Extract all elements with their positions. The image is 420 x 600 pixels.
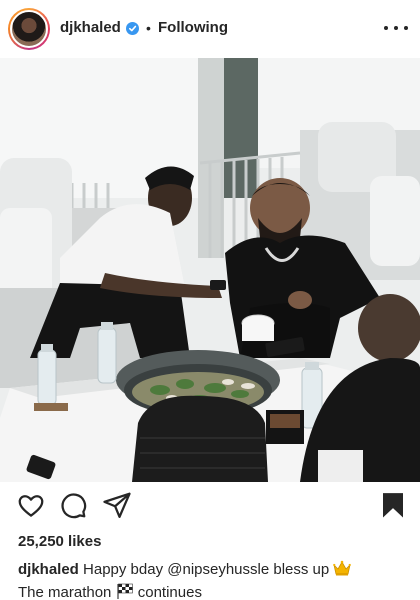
- likes-count[interactable]: 25,250 likes: [18, 533, 101, 550]
- more-options-icon[interactable]: [384, 18, 408, 38]
- separator-dot: •: [146, 20, 151, 36]
- post-photo[interactable]: [0, 58, 420, 482]
- post-header: djkhaled • Following: [0, 0, 420, 58]
- post-caption: djkhaled Happy bday @nipseyhussle bless …: [18, 559, 408, 600]
- comment-icon[interactable]: [58, 490, 88, 520]
- heart-icon[interactable]: [16, 490, 46, 520]
- crown-emoji-icon: [333, 560, 352, 582]
- avatar[interactable]: [8, 8, 50, 50]
- caption-text-2: The marathon: [18, 584, 112, 600]
- bookmark-icon[interactable]: [378, 490, 408, 520]
- avatar-image: [10, 10, 48, 48]
- send-icon[interactable]: [102, 490, 132, 520]
- username-link[interactable]: djkhaled: [60, 19, 121, 36]
- caption-text-1: Happy bday @nipseyhussle bless up: [83, 561, 330, 578]
- following-button[interactable]: Following: [158, 19, 228, 36]
- photo-scene: [0, 58, 420, 482]
- caption-username[interactable]: djkhaled: [18, 561, 79, 578]
- checkered-flag-emoji-icon: [116, 583, 134, 600]
- verified-badge-icon: [126, 22, 139, 35]
- action-bar: [0, 490, 420, 524]
- caption-text-3: continues: [137, 584, 202, 600]
